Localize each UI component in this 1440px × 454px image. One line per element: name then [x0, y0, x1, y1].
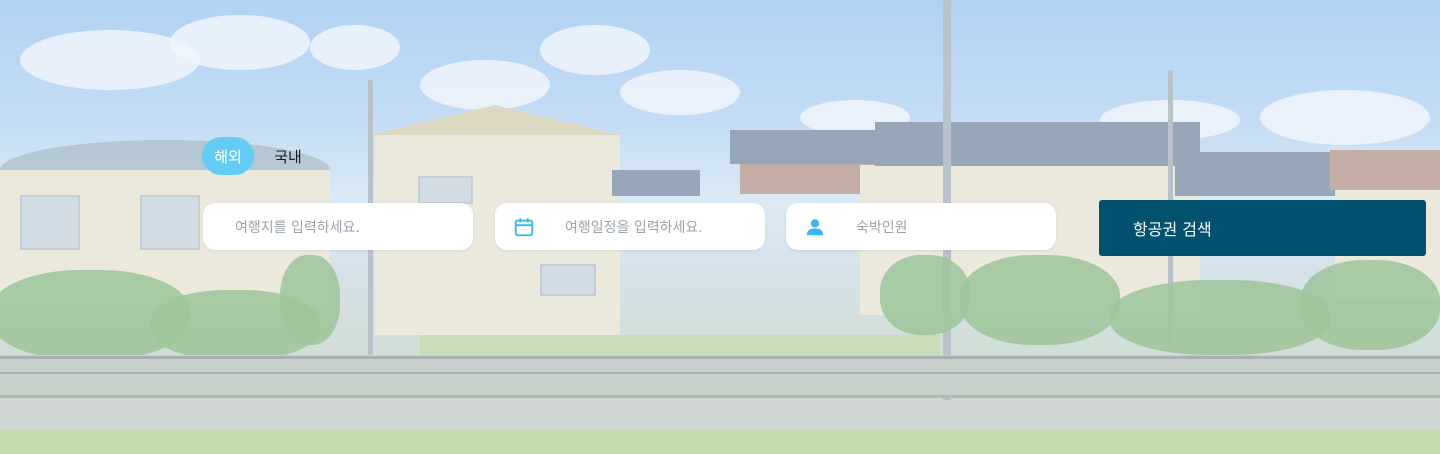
travel-dates-input[interactable]: 여행일정을 입력하세요.	[495, 203, 765, 250]
calendar-icon	[511, 214, 537, 240]
tab-domestic[interactable]: 국내	[262, 137, 314, 175]
destination-placeholder: 여행지를 입력하세요.	[235, 219, 360, 236]
tab-overseas[interactable]: 해외	[202, 137, 254, 175]
region-tabs: 해외 국내	[202, 137, 314, 175]
guests-input[interactable]: 숙박인원	[786, 203, 1056, 250]
destination-input[interactable]: 여행지를 입력하세요.	[203, 203, 473, 250]
guests-placeholder: 숙박인원	[856, 219, 908, 236]
hero-banner: 해외 국내 여행지를 입력하세요. 여행일정을 입력하세요. 숙박인원 항공권 …	[0, 0, 1440, 454]
flight-search-button[interactable]: 항공권 검색	[1099, 200, 1426, 256]
person-icon	[802, 214, 828, 240]
travel-dates-placeholder: 여행일정을 입력하세요.	[565, 219, 703, 236]
